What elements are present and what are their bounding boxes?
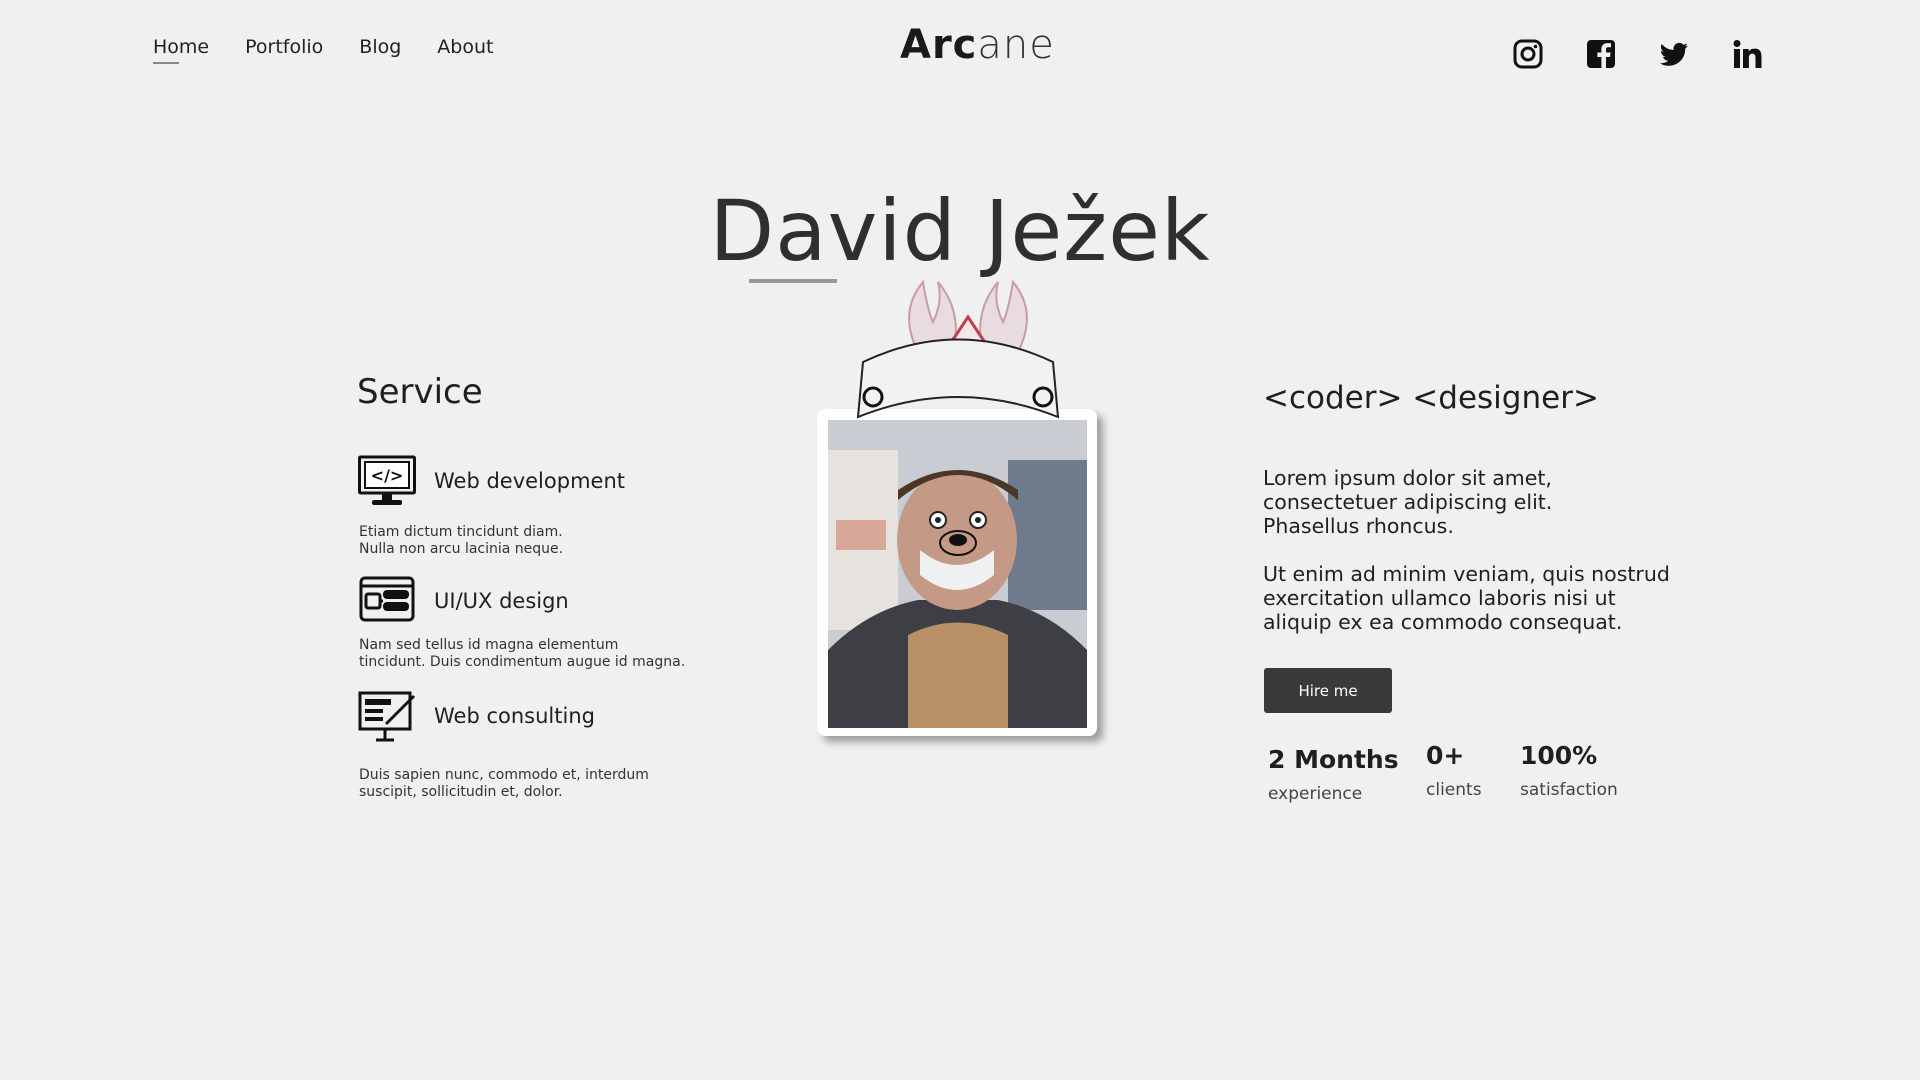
stat-value: 100% <box>1520 741 1598 770</box>
profile-photo <box>828 420 1087 728</box>
service-desc-line: Etiam dictum tincidunt diam. <box>359 524 563 540</box>
stat-label: clients <box>1426 780 1482 800</box>
service-label: UI/UX design <box>434 589 569 613</box>
ui-window-icon <box>359 576 415 622</box>
intro-paragraph: Lorem ipsum dolor sit amet, consectetuer… <box>1263 466 1683 538</box>
stat-satisfaction: 100% satisfaction <box>1520 741 1618 800</box>
service-description: Etiam dictum tincidunt diam. Nulla non a… <box>359 524 699 558</box>
paragraph-line: exercitation ullamco laboris nisi ut <box>1263 586 1616 610</box>
hero-name: David Ježek <box>709 182 1211 280</box>
stat-value: 2 Months <box>1268 745 1399 774</box>
twitter-icon[interactable] <box>1658 38 1690 70</box>
instagram-icon[interactable] <box>1512 38 1544 70</box>
svg-text:</>: </> <box>371 466 404 485</box>
service-description: Duis sapien nunc, commodo et, interdum s… <box>359 767 699 801</box>
code-monitor-icon: </> <box>358 455 416 505</box>
main-nav: Home Portfolio Blog About <box>153 36 493 64</box>
service-label: Web development <box>434 469 625 493</box>
name-underline <box>749 279 837 283</box>
paragraph-line: Phasellus rhoncus. <box>1263 514 1454 538</box>
site-logo[interactable]: Arcane <box>900 22 1055 68</box>
logo-bold: Arc <box>900 22 978 68</box>
service-desc-line: tincidunt. Duis condimentum augue id mag… <box>359 654 686 670</box>
services-title: Service <box>357 372 483 412</box>
consulting-board-icon <box>358 691 416 742</box>
nav-home[interactable]: Home <box>153 36 209 64</box>
nav-portfolio[interactable]: Portfolio <box>245 36 323 58</box>
paragraph-line: Ut enim ad minim veniam, quis nostrud <box>1263 562 1670 586</box>
logo-light: ane <box>977 22 1055 68</box>
stat-experience: 2 Months experience <box>1268 745 1399 804</box>
stat-value: 0+ <box>1426 741 1465 770</box>
service-web-development: </> Web development <box>358 455 625 507</box>
stat-clients: 0+ clients <box>1426 741 1482 800</box>
stat-label: experience <box>1268 784 1363 804</box>
service-web-consulting: Web consulting <box>358 690 595 742</box>
paragraph-line: aliquip ex ea commodo consequat. <box>1263 610 1623 634</box>
service-desc-line: suscipit, sollicitudin et, dolor. <box>359 784 563 800</box>
nav-about[interactable]: About <box>437 36 493 58</box>
service-description: Nam sed tellus id magna elementum tincid… <box>359 637 699 671</box>
nav-blog[interactable]: Blog <box>359 36 401 58</box>
service-desc-line: Nulla non arcu lacinia neque. <box>359 541 564 557</box>
social-links <box>1512 38 1763 70</box>
service-label: Web consulting <box>434 704 595 728</box>
crown-filter-icon <box>856 279 1060 419</box>
details-paragraph: Ut enim ad minim veniam, quis nostrud ex… <box>1263 562 1683 634</box>
service-ui-ux-design: UI/UX design <box>358 575 569 627</box>
hire-me-button[interactable]: Hire me <box>1264 668 1392 713</box>
service-desc-line: Duis sapien nunc, commodo et, interdum <box>359 767 649 783</box>
service-desc-line: Nam sed tellus id magna elementum <box>359 637 619 653</box>
linkedin-icon[interactable] <box>1731 38 1763 70</box>
tagline: <coder> <designer> <box>1263 380 1599 416</box>
paragraph-line: consectetuer adipiscing elit. <box>1263 490 1553 514</box>
paragraph-line: Lorem ipsum dolor sit amet, <box>1263 466 1552 490</box>
facebook-icon[interactable] <box>1585 38 1617 70</box>
stat-label: satisfaction <box>1520 780 1618 800</box>
